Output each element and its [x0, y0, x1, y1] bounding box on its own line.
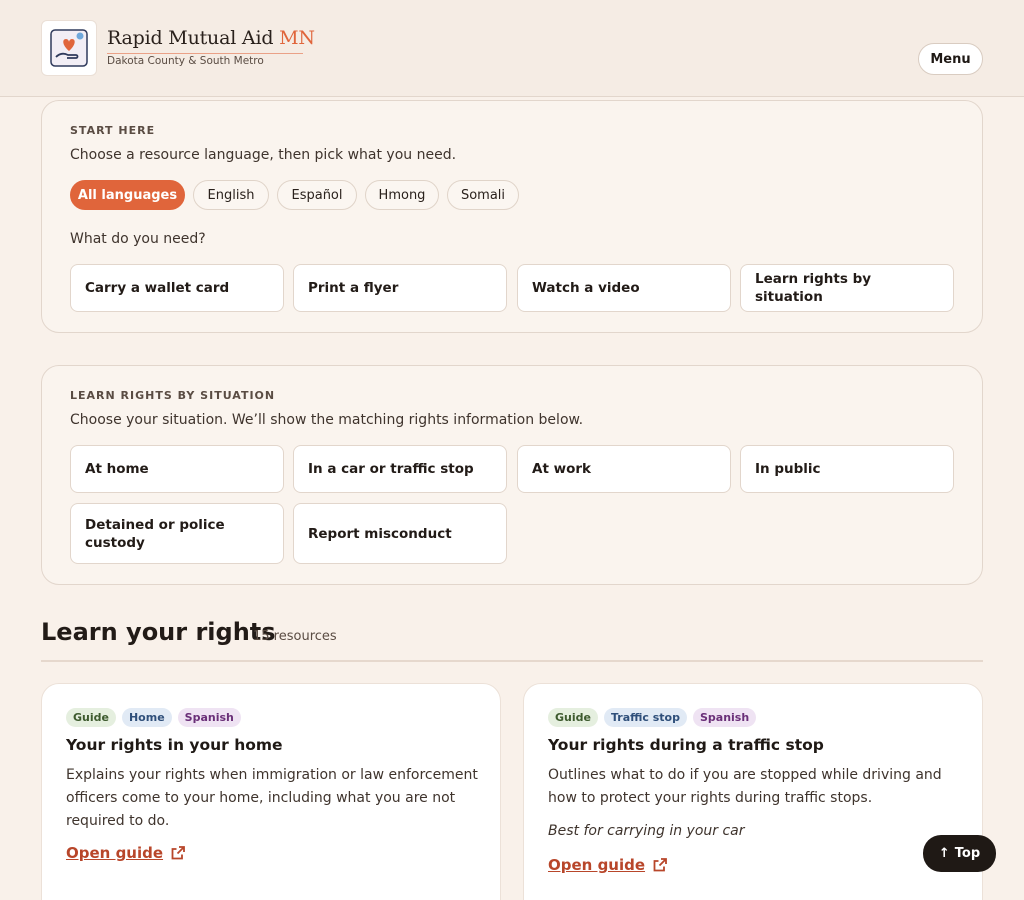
open-guide-link[interactable]: Open guide [548, 856, 668, 874]
situation-report-misconduct[interactable]: Report misconduct [293, 503, 507, 564]
card-description: Outlines what to do if you are stopped w… [548, 767, 942, 806]
tag-language: Spanish [692, 708, 757, 727]
card-title: Your rights during a traffic stop [548, 736, 824, 754]
logo[interactable] [41, 20, 97, 76]
section-divider [41, 660, 983, 662]
card-title: Your rights in your home [66, 736, 283, 754]
external-link-icon [171, 846, 185, 860]
back-to-top-button[interactable]: ↑ Top [923, 835, 996, 872]
card-description: Explains your rights when immigration or… [66, 767, 478, 829]
tag-situation: Traffic stop [603, 708, 687, 727]
panel-label: LEARN RIGHTS BY SITUATION [70, 389, 276, 402]
brand-accent: MN [279, 27, 315, 49]
top-label: Top [954, 846, 981, 861]
language-espanol[interactable]: Español [277, 180, 357, 210]
situation-in-public[interactable]: In public [740, 445, 954, 493]
language-all[interactable]: All languages [70, 180, 185, 210]
heart-hand-icon [50, 29, 88, 67]
brand-subtitle: Dakota County & South Metro [107, 55, 264, 67]
need-prompt: What do you need? [70, 231, 206, 247]
open-guide-link[interactable]: Open guide [66, 844, 186, 862]
need-watch-video[interactable]: Watch a video [517, 264, 731, 312]
situation-traffic-stop[interactable]: In a car or traffic stop [293, 445, 507, 493]
panel-instruction: Choose a resource language, then pick wh… [70, 147, 457, 163]
resource-card: Guide Traffic stop Spanish Your rights d… [523, 683, 983, 900]
tag-type: Guide [548, 708, 598, 727]
site-header: Rapid Mutual Aid MN Dakota County & Sout… [0, 0, 1024, 97]
link-label: Open guide [548, 856, 646, 874]
language-english[interactable]: English [193, 180, 269, 210]
external-link-icon [653, 858, 667, 872]
tag-situation: Home [121, 708, 172, 727]
situation-at-work[interactable]: At work [517, 445, 731, 493]
brand-title[interactable]: Rapid Mutual Aid MN [107, 27, 315, 49]
situation-detained[interactable]: Detained or police custody [70, 503, 284, 564]
need-print-flyer[interactable]: Print a flyer [293, 264, 507, 312]
card-note: Best for carrying in your car [548, 823, 745, 839]
situation-at-home[interactable]: At home [70, 445, 284, 493]
need-wallet-card[interactable]: Carry a wallet card [70, 264, 284, 312]
brand-name: Rapid Mutual Aid [107, 27, 280, 49]
language-hmong[interactable]: Hmong [365, 180, 439, 210]
start-here-panel: START HERE Choose a resource language, t… [41, 100, 983, 333]
panel-instruction: Choose your situation. We’ll show the ma… [70, 412, 584, 428]
tag-list: Guide Home Spanish [66, 708, 241, 727]
tag-list: Guide Traffic stop Spanish [548, 708, 757, 727]
panel-label: START HERE [70, 124, 156, 137]
resource-card: Guide Home Spanish Your rights in your h… [41, 683, 501, 900]
results-count: 15 resources [253, 629, 337, 644]
menu-button[interactable]: Menu [918, 43, 983, 75]
link-label: Open guide [66, 844, 164, 862]
brand-underline [107, 53, 303, 54]
need-learn-rights[interactable]: Learn rights by situation [740, 264, 954, 312]
results-title: Learn your rights [41, 618, 276, 646]
situation-panel: LEARN RIGHTS BY SITUATION Choose your si… [41, 365, 983, 585]
tag-type: Guide [66, 708, 116, 727]
language-somali[interactable]: Somali [447, 180, 519, 210]
arrow-up-icon: ↑ [938, 846, 950, 861]
tag-language: Spanish [177, 708, 241, 727]
